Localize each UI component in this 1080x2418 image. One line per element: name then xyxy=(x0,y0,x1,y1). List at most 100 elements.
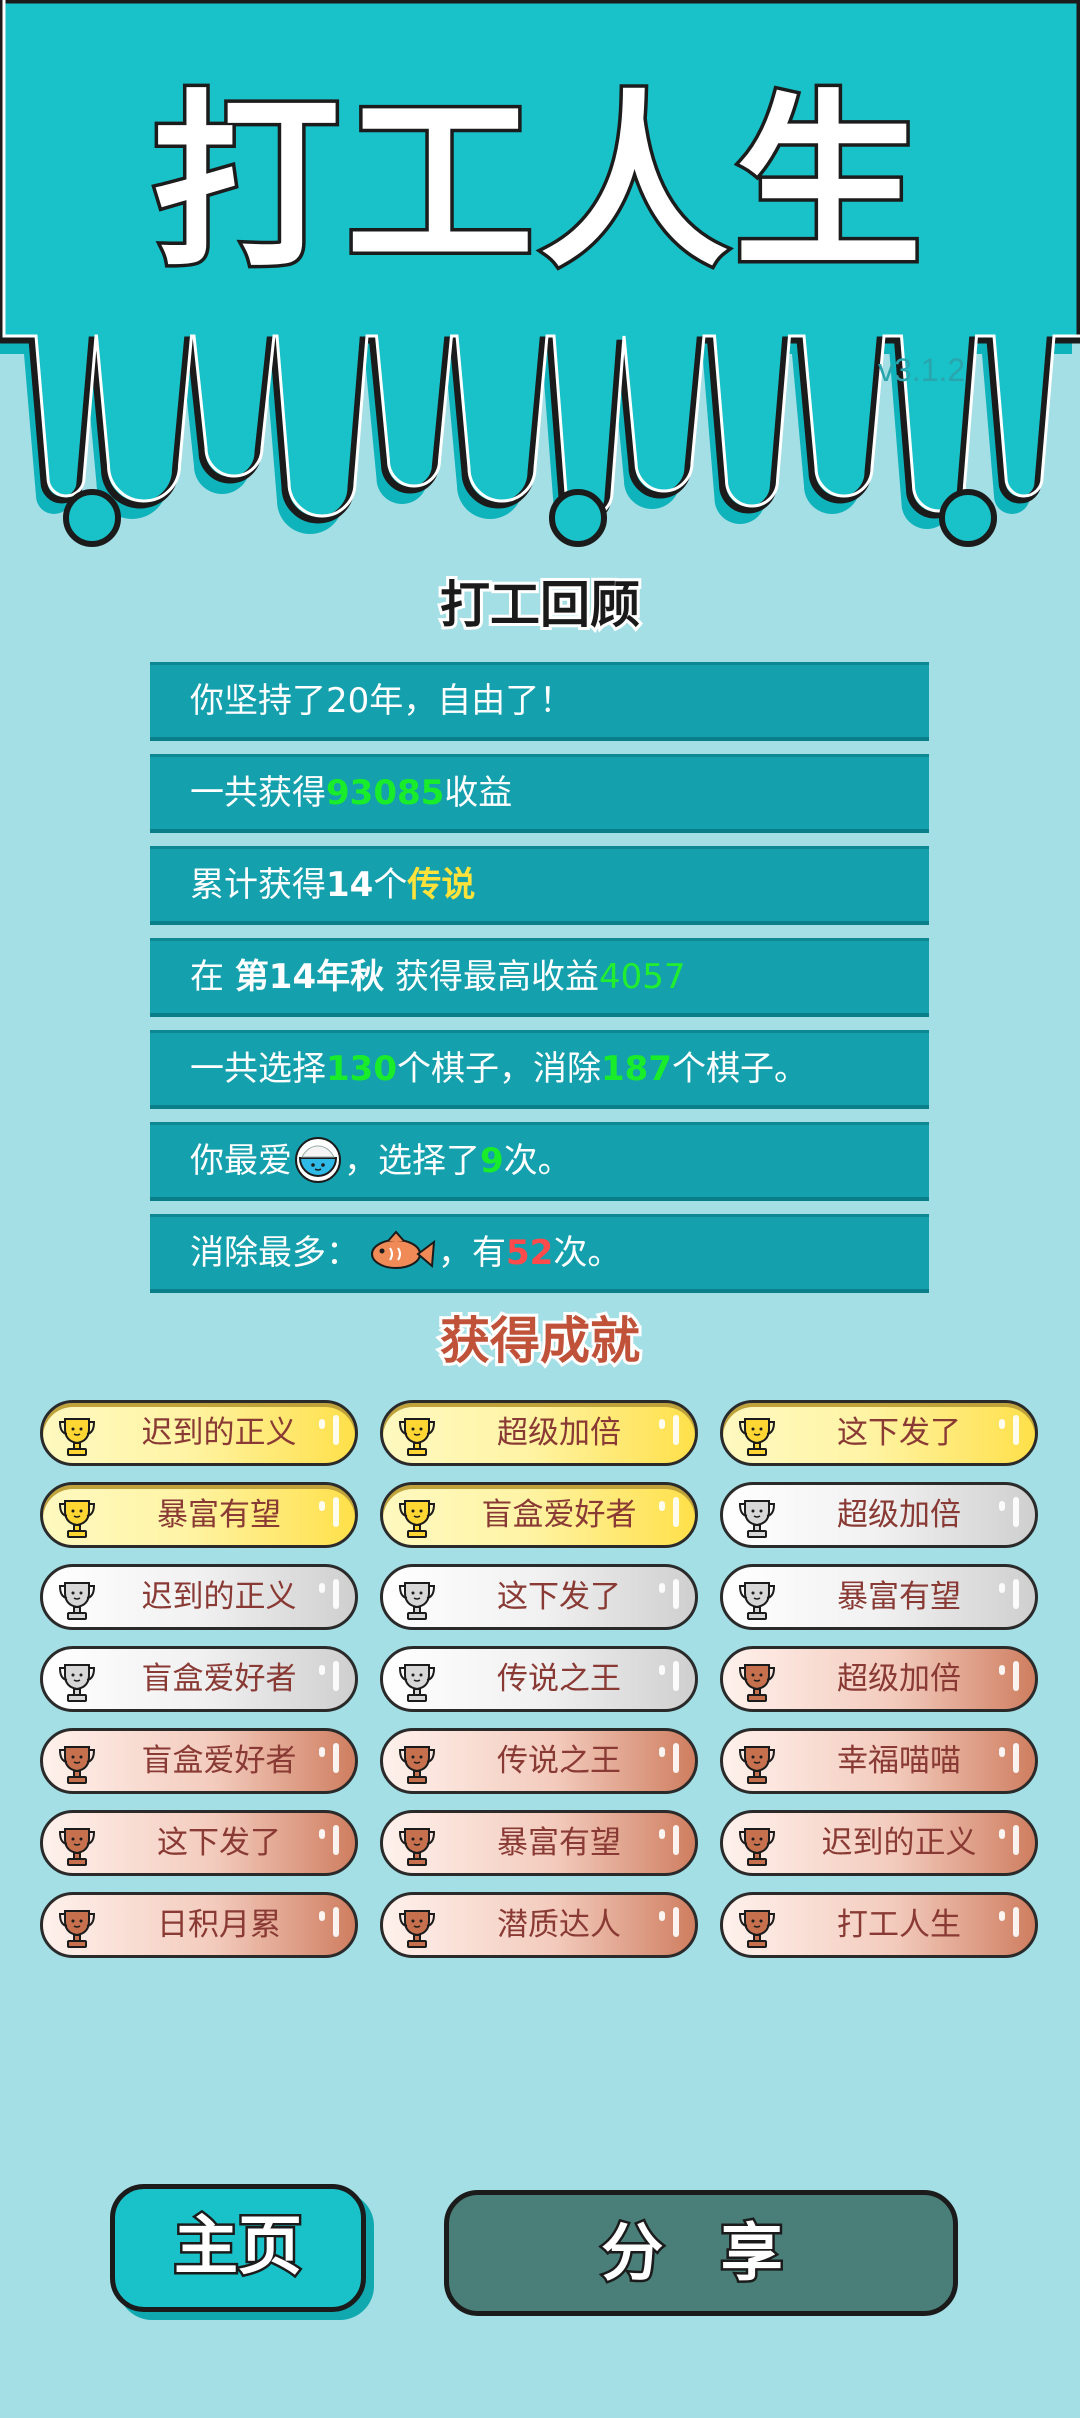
review-list: 你坚持了20年，自由了！ 一共获得93085收益 累计获得14个传说 在 第14… xyxy=(150,662,929,1306)
achievement-label: 打工人生 xyxy=(837,1907,961,1943)
achievement-badge: 盲盒爱好者 xyxy=(40,1646,358,1712)
stat-row-favorite: 你最爱 ，选择了9次。 xyxy=(150,1122,929,1201)
shine-mark xyxy=(1013,1579,1019,1609)
trophy-icon xyxy=(398,1500,436,1538)
shine-mark xyxy=(999,1911,1005,1921)
achievement-label: 日积月累 xyxy=(157,1907,281,1943)
shine-mark xyxy=(999,1501,1005,1511)
shine-mark xyxy=(673,1907,679,1937)
shine-mark xyxy=(1013,1743,1019,1773)
shine-mark xyxy=(673,1743,679,1773)
shine-mark xyxy=(333,1579,339,1609)
stat-row-legend: 累计获得14个传说 xyxy=(150,846,929,925)
achievement-badge: 超级加倍 xyxy=(720,1482,1038,1548)
shine-mark xyxy=(999,1665,1005,1675)
shine-mark xyxy=(319,1911,325,1921)
achievement-badge: 这下发了 xyxy=(40,1810,358,1876)
trophy-icon xyxy=(738,1418,776,1456)
trophy-icon xyxy=(58,1418,96,1456)
achievement-badge: 暴富有望 xyxy=(720,1564,1038,1630)
trophy-icon xyxy=(738,1664,776,1702)
achievement-label: 这下发了 xyxy=(157,1825,281,1861)
achievement-label: 迟到的正义 xyxy=(821,1825,977,1861)
trophy-icon xyxy=(398,1418,436,1456)
shine-mark xyxy=(333,1661,339,1691)
trophy-icon xyxy=(58,1582,96,1620)
shine-mark xyxy=(1013,1415,1019,1445)
achievement-badge: 打工人生 xyxy=(720,1892,1038,1958)
shine-mark xyxy=(333,1825,339,1855)
share-button[interactable]: 分 享 xyxy=(444,2190,958,2316)
game-title: 打工人生 xyxy=(149,74,928,293)
trophy-icon xyxy=(738,1582,776,1620)
stat-row-years: 你坚持了20年，自由了！ xyxy=(150,662,929,741)
trophy-icon xyxy=(398,1746,436,1784)
shine-mark xyxy=(659,1911,665,1921)
shine-mark xyxy=(319,1501,325,1511)
shine-mark xyxy=(659,1501,665,1511)
trophy-icon xyxy=(738,1828,776,1866)
total-earnings: 93085 xyxy=(326,773,445,813)
trophy-icon xyxy=(58,1746,96,1784)
shine-mark xyxy=(659,1829,665,1839)
trophy-icon xyxy=(58,1664,96,1702)
achievement-label: 暴富有望 xyxy=(497,1825,621,1861)
drip-drop xyxy=(939,489,997,547)
achievement-badge: 暴富有望 xyxy=(40,1482,358,1548)
shine-mark xyxy=(999,1829,1005,1839)
achievement-label: 潜质达人 xyxy=(497,1907,621,1943)
achievement-label: 传说之王 xyxy=(497,1743,621,1779)
achievement-badge: 这下发了 xyxy=(380,1564,698,1630)
trophy-icon xyxy=(398,1664,436,1702)
achievement-label: 这下发了 xyxy=(497,1579,621,1615)
achievement-badge: 盲盒爱好者 xyxy=(380,1482,698,1548)
shine-mark xyxy=(673,1825,679,1855)
achievement-badge: 迟到的正义 xyxy=(40,1400,358,1466)
achievement-badge: 这下发了 xyxy=(720,1400,1038,1466)
achievement-badge: 潜质达人 xyxy=(380,1892,698,1958)
achievement-label: 超级加倍 xyxy=(837,1661,961,1697)
shine-mark xyxy=(999,1583,1005,1593)
achievement-badge: 传说之王 xyxy=(380,1646,698,1712)
home-button[interactable]: 主页 xyxy=(110,2184,366,2312)
shine-mark xyxy=(659,1665,665,1675)
shine-mark xyxy=(319,1829,325,1839)
achievements-title: 获得成就 xyxy=(437,1312,643,1370)
shine-mark xyxy=(319,1583,325,1593)
achievement-label: 盲盒爱好者 xyxy=(141,1743,297,1779)
shine-mark xyxy=(319,1419,325,1429)
drip-drop xyxy=(549,489,607,547)
shine-mark xyxy=(659,1583,665,1593)
shine-mark xyxy=(319,1665,325,1675)
achievement-badge: 传说之王 xyxy=(380,1728,698,1794)
rice-bowl-icon xyxy=(295,1136,341,1183)
achievement-label: 超级加倍 xyxy=(497,1415,621,1451)
shine-mark xyxy=(659,1747,665,1757)
achievement-label: 迟到的正义 xyxy=(141,1579,297,1615)
achievement-label: 幸福喵喵 xyxy=(837,1743,961,1779)
review-title: 打工回顾 xyxy=(437,576,643,634)
trophy-icon xyxy=(738,1500,776,1538)
drip-drop xyxy=(63,489,121,547)
achievement-badge: 幸福喵喵 xyxy=(720,1728,1038,1794)
achievement-label: 暴富有望 xyxy=(157,1497,281,1533)
shine-mark xyxy=(319,1747,325,1757)
stat-row-best-season: 在 第14年秋 获得最高收益4057 xyxy=(150,938,929,1017)
trophy-icon xyxy=(738,1910,776,1948)
shine-mark xyxy=(1013,1825,1019,1855)
shine-mark xyxy=(1013,1497,1019,1527)
shine-mark xyxy=(673,1415,679,1445)
trophy-icon xyxy=(58,1828,96,1866)
trophy-icon xyxy=(398,1910,436,1948)
shine-mark xyxy=(999,1419,1005,1429)
shine-mark xyxy=(1013,1661,1019,1691)
trophy-icon xyxy=(398,1582,436,1620)
shine-mark xyxy=(673,1497,679,1527)
stat-row-most-removed: 消除最多： ，有52次。 xyxy=(150,1214,929,1293)
achievement-badge: 超级加倍 xyxy=(720,1646,1038,1712)
shine-mark xyxy=(333,1415,339,1445)
achievement-label: 传说之王 xyxy=(497,1661,621,1697)
fish-icon xyxy=(371,1229,436,1269)
shine-mark xyxy=(333,1907,339,1937)
shine-mark xyxy=(1013,1907,1019,1937)
